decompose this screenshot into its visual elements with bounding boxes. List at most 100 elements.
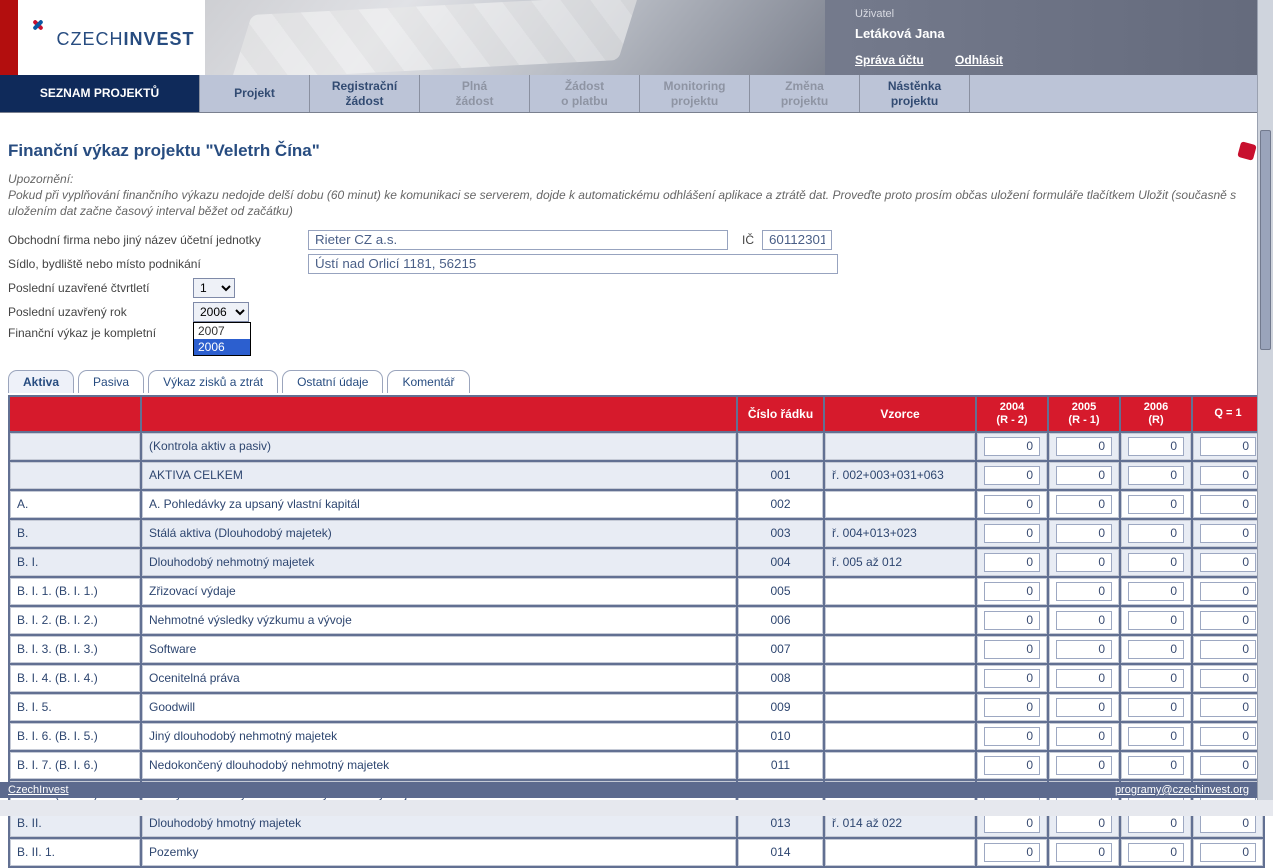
value-input-r2-c3[interactable]: [1200, 495, 1256, 514]
value-input-r9-c3[interactable]: [1200, 698, 1256, 717]
value-input-r8-c2[interactable]: [1128, 669, 1184, 688]
value-input-r6-c1[interactable]: [1056, 611, 1112, 630]
firm-input[interactable]: [308, 230, 728, 250]
table-row: B. I. 3. (B. I. 3.)Software007: [10, 636, 1263, 663]
cell-formula: [825, 578, 975, 605]
nav-item-2[interactable]: Registračnížádost: [310, 75, 420, 112]
horizontal-scrollbar[interactable]: [0, 800, 1273, 816]
cell-val: [1049, 636, 1119, 663]
cell-val: [977, 549, 1047, 576]
value-input-r4-c0[interactable]: [984, 553, 1040, 572]
link-account[interactable]: Správa účtu: [855, 53, 924, 67]
cell-formula: [825, 665, 975, 692]
value-input-r8-c1[interactable]: [1056, 669, 1112, 688]
value-input-r0-c0[interactable]: [984, 437, 1040, 456]
tab-aktiva[interactable]: Aktiva: [8, 370, 74, 393]
value-input-r0-c2[interactable]: [1128, 437, 1184, 456]
cell-name: Pozemky: [142, 839, 736, 866]
value-input-r0-c1[interactable]: [1056, 437, 1112, 456]
value-input-r11-c2[interactable]: [1128, 756, 1184, 775]
ic-input[interactable]: [762, 230, 832, 250]
cell-val: [1121, 462, 1191, 489]
help-icon[interactable]: [1237, 141, 1257, 161]
value-input-r9-c0[interactable]: [984, 698, 1040, 717]
value-input-r14-c0[interactable]: [984, 843, 1040, 862]
value-input-r7-c2[interactable]: [1128, 640, 1184, 659]
footer-left[interactable]: CzechInvest: [8, 784, 69, 796]
tab-ostatní-údaje[interactable]: Ostatní údaje: [282, 370, 383, 393]
year-dropdown-list[interactable]: 20072006: [193, 322, 251, 356]
value-input-r4-c3[interactable]: [1200, 553, 1256, 572]
value-input-r13-c0[interactable]: [984, 814, 1040, 833]
value-input-r5-c1[interactable]: [1056, 582, 1112, 601]
value-input-r14-c1[interactable]: [1056, 843, 1112, 862]
value-input-r3-c2[interactable]: [1128, 524, 1184, 543]
value-input-r11-c3[interactable]: [1200, 756, 1256, 775]
th-formula: Vzorce: [825, 397, 975, 431]
value-input-r7-c0[interactable]: [984, 640, 1040, 659]
tab-pasiva[interactable]: Pasiva: [78, 370, 144, 393]
logo-icon: [28, 15, 48, 35]
footer-right[interactable]: programy@czechinvest.org: [1115, 784, 1249, 796]
value-input-r4-c2[interactable]: [1128, 553, 1184, 572]
nav-item-1[interactable]: Projekt: [200, 75, 310, 112]
value-input-r5-c0[interactable]: [984, 582, 1040, 601]
value-input-r3-c3[interactable]: [1200, 524, 1256, 543]
nav-item-6: Změnaprojektu: [750, 75, 860, 112]
cell-val: [1049, 462, 1119, 489]
year-option-2007[interactable]: 2007: [194, 323, 250, 339]
value-input-r0-c3[interactable]: [1200, 437, 1256, 456]
value-input-r3-c1[interactable]: [1056, 524, 1112, 543]
link-logout[interactable]: Odhlásit: [955, 53, 1003, 67]
value-input-r10-c3[interactable]: [1200, 727, 1256, 746]
cell-code: B. II. 1.: [10, 839, 140, 866]
value-input-r1-c1[interactable]: [1056, 466, 1112, 485]
table-row: AKTIVA CELKEM001ř. 002+003+031+063: [10, 462, 1263, 489]
value-input-r7-c1[interactable]: [1056, 640, 1112, 659]
value-input-r8-c0[interactable]: [984, 669, 1040, 688]
value-input-r1-c2[interactable]: [1128, 466, 1184, 485]
cell-val: [1121, 723, 1191, 750]
value-input-r2-c2[interactable]: [1128, 495, 1184, 514]
th-y1: 2005(R - 1): [1049, 397, 1119, 431]
value-input-r13-c3[interactable]: [1200, 814, 1256, 833]
value-input-r3-c0[interactable]: [984, 524, 1040, 543]
value-input-r10-c1[interactable]: [1056, 727, 1112, 746]
firm-label: Obchodní firma nebo jiný název účetní je…: [8, 233, 308, 247]
value-input-r14-c3[interactable]: [1200, 843, 1256, 862]
tab-výkaz-zisků-a-ztrát[interactable]: Výkaz zisků a ztrát: [148, 370, 278, 393]
year-option-2006[interactable]: 2006: [194, 339, 250, 355]
nav-item-0[interactable]: SEZNAM PROJEKTŮ: [0, 75, 200, 112]
year-select[interactable]: 2006: [193, 302, 249, 322]
footer-bar: CzechInvest programy@czechinvest.org: [0, 782, 1257, 798]
cell-name: (Kontrola aktiv a pasiv): [142, 433, 736, 460]
quarter-select[interactable]: 1: [193, 278, 235, 298]
value-input-r4-c1[interactable]: [1056, 553, 1112, 572]
value-input-r10-c2[interactable]: [1128, 727, 1184, 746]
value-input-r9-c1[interactable]: [1056, 698, 1112, 717]
value-input-r1-c0[interactable]: [984, 466, 1040, 485]
value-input-r13-c2[interactable]: [1128, 814, 1184, 833]
value-input-r8-c3[interactable]: [1200, 669, 1256, 688]
scrollbar-thumb[interactable]: [1260, 130, 1271, 350]
value-input-r5-c3[interactable]: [1200, 582, 1256, 601]
value-input-r6-c3[interactable]: [1200, 611, 1256, 630]
value-input-r10-c0[interactable]: [984, 727, 1040, 746]
addr-input[interactable]: [308, 254, 838, 274]
tab-komentář[interactable]: Komentář: [387, 370, 469, 393]
value-input-r6-c2[interactable]: [1128, 611, 1184, 630]
value-input-r11-c1[interactable]: [1056, 756, 1112, 775]
value-input-r13-c1[interactable]: [1056, 814, 1112, 833]
value-input-r9-c2[interactable]: [1128, 698, 1184, 717]
nav-item-7[interactable]: Nástěnkaprojektu: [860, 75, 970, 112]
value-input-r14-c2[interactable]: [1128, 843, 1184, 862]
value-input-r2-c1[interactable]: [1056, 495, 1112, 514]
page-title: Finanční výkaz projektu "Veletrh Čína": [8, 141, 320, 161]
value-input-r6-c0[interactable]: [984, 611, 1040, 630]
value-input-r7-c3[interactable]: [1200, 640, 1256, 659]
value-input-r2-c0[interactable]: [984, 495, 1040, 514]
value-input-r11-c0[interactable]: [984, 756, 1040, 775]
value-input-r1-c3[interactable]: [1200, 466, 1256, 485]
value-input-r5-c2[interactable]: [1128, 582, 1184, 601]
vertical-scrollbar[interactable]: [1257, 0, 1273, 800]
